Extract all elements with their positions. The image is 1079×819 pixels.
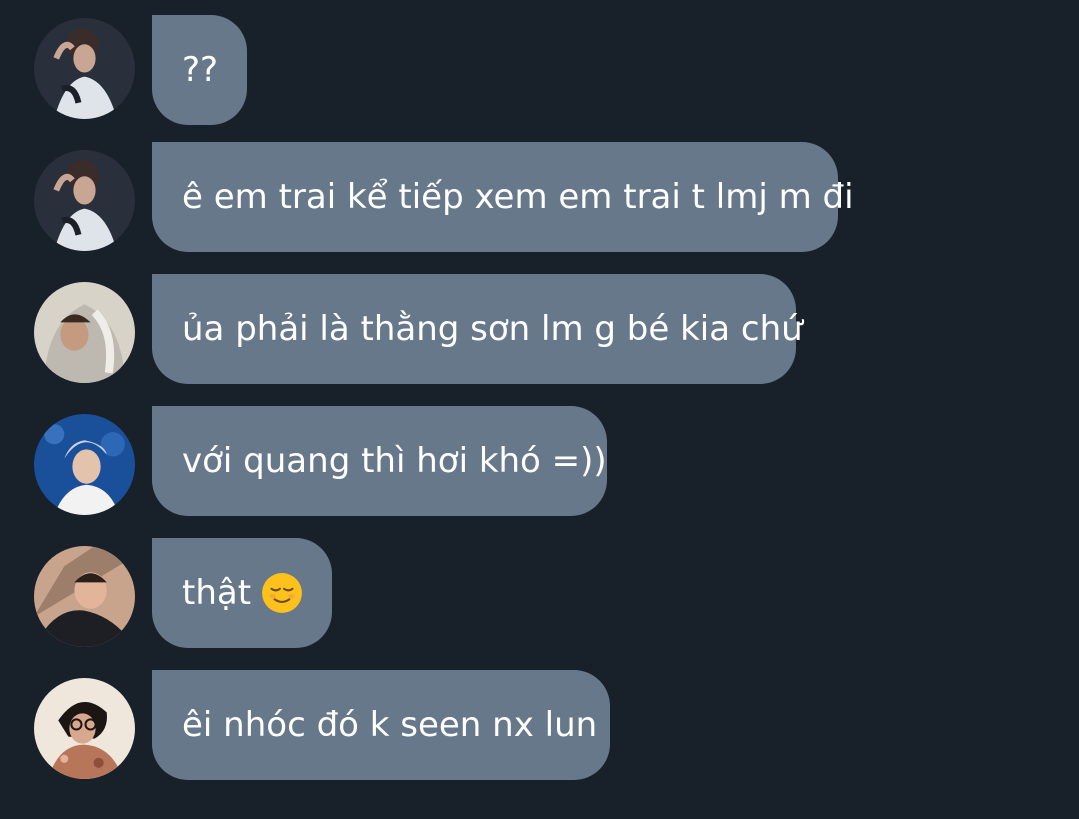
message-bubble[interactable]: với quang thì hơi khó =)) [152,406,607,516]
message-text: với quang thì hơi khó =)) [182,441,607,481]
message-row: êi nhóc đó k seen nx lun [0,670,1079,780]
avatar-user-2-image [34,282,135,383]
message-text: thật [182,573,252,613]
message-row: ủa phải là thằng sơn lm g bé kia chứ [0,274,1079,384]
avatar[interactable] [34,150,135,251]
avatar[interactable] [34,678,135,779]
message-row: thật [0,538,1079,648]
avatar-user-5-image [34,678,135,779]
message-text: ê em trai kể tiếp xem em trai t lmj m đi [182,177,854,217]
message-text: ủa phải là thằng sơn lm g bé kia chứ [182,309,803,349]
message-bubble[interactable]: ủa phải là thằng sơn lm g bé kia chứ [152,274,803,384]
avatar-user-4-image [34,546,135,647]
message-bubble[interactable]: ê em trai kể tiếp xem em trai t lmj m đi [152,142,854,252]
message-row: ê em trai kể tiếp xem em trai t lmj m đi [0,142,1079,252]
avatar[interactable] [34,546,135,647]
avatar[interactable] [34,282,135,383]
avatar-user-1-image [34,18,135,119]
message-row: ?? [0,15,1079,125]
avatar[interactable] [34,18,135,119]
message-bubble[interactable]: êi nhóc đó k seen nx lun [152,670,610,780]
relieved-face-emoji-icon [261,572,303,614]
message-bubble[interactable]: thật [152,538,332,648]
message-text: ?? [182,50,219,90]
avatar-user-1-image [34,150,135,251]
message-row: với quang thì hơi khó =)) [0,406,1079,516]
chat-thread: ?? ê em trai kể tiếp xem em trai t lmj m… [0,0,1079,819]
avatar-user-3-image [34,414,135,515]
message-bubble[interactable]: ?? [152,15,247,125]
message-text: êi nhóc đó k seen nx lun [182,705,598,745]
avatar[interactable] [34,414,135,515]
